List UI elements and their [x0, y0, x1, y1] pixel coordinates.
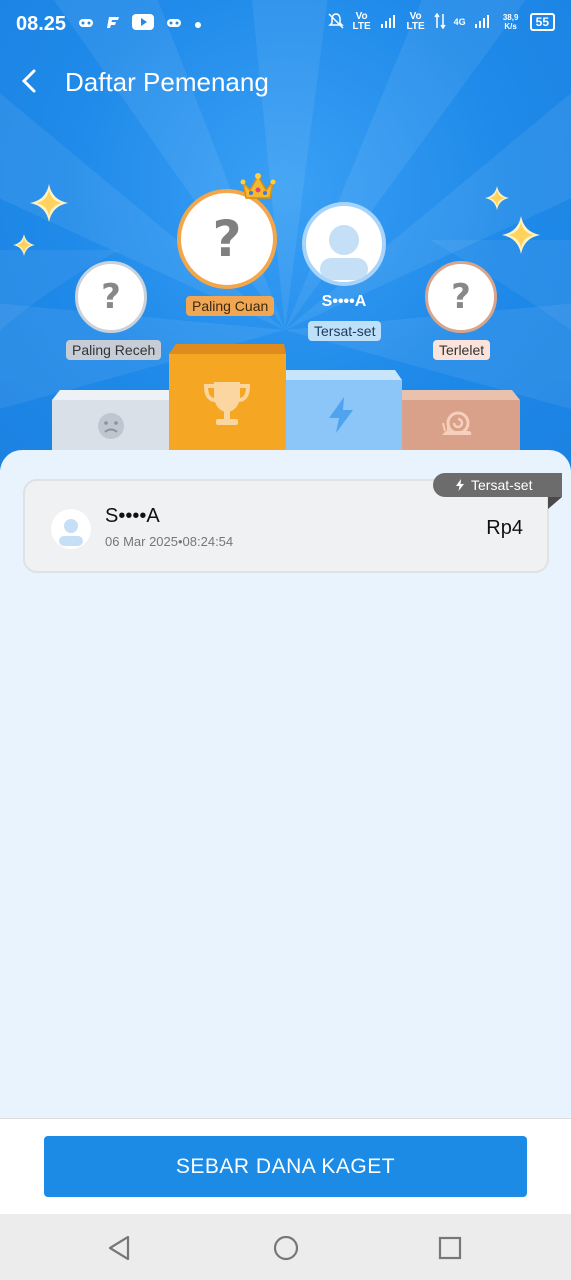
user-silhouette-icon: [320, 225, 368, 280]
sparkle-icon: [485, 186, 509, 210]
network-type-label: 4G: [453, 17, 466, 27]
dot-icon: [194, 16, 202, 34]
back-button[interactable]: [16, 67, 44, 95]
winner-avatar-fourth: ?: [425, 261, 497, 333]
winner-avatar-first: ?: [177, 189, 277, 289]
sparkle-icon: [502, 216, 540, 254]
bell-off-icon: [327, 12, 344, 32]
winner-avatar-third: [302, 202, 386, 286]
youtube-icon: [132, 14, 154, 35]
nav-back-button[interactable]: [106, 1234, 134, 1262]
question-mark: ?: [101, 277, 121, 317]
lightning-icon: [329, 397, 353, 433]
winner-name-third: S••••A: [321, 293, 367, 310]
question-mark: ?: [451, 277, 471, 317]
avatar: [51, 509, 91, 549]
winner-timestamp: 06 Mar 2025•08:24:54: [105, 534, 234, 549]
status-bar: 08.25 Vo LTE Vo LTE 4G 38,9 K/s 55: [0, 0, 571, 50]
sad-face-icon: [98, 413, 124, 439]
game-controller-icon: [78, 16, 94, 34]
sparkle-icon: [13, 234, 35, 256]
sparkle-icon: [30, 184, 68, 222]
bottom-action-bar: SEBAR DANA KAGET: [0, 1118, 571, 1214]
page-title: Daftar Pemenang: [65, 67, 269, 97]
chevron-left-icon: [21, 69, 36, 93]
network-speed: 38,9 K/s: [502, 13, 519, 31]
badge-label: Tersat-set: [471, 477, 533, 493]
label-tersat-set: Tersat-set: [308, 321, 382, 341]
crown-icon: [240, 173, 276, 199]
question-mark: ?: [212, 210, 242, 268]
volte-label-1: Vo LTE: [352, 11, 371, 32]
status-time: 08.25: [16, 13, 67, 35]
nav-recents-button[interactable]: [436, 1234, 464, 1262]
volte-label-2: Vo LTE: [406, 11, 425, 32]
system-icons: Vo LTE Vo LTE 4G 38,9 K/s 55: [327, 11, 555, 32]
nav-home-button[interactable]: [272, 1234, 300, 1262]
circle-home-icon: [273, 1235, 299, 1261]
signal-icon: [380, 14, 398, 31]
signal-icon: [474, 14, 492, 31]
winner-avatar-second: ?: [75, 261, 147, 333]
notification-icons: [78, 14, 202, 35]
label-paling-cuan: Paling Cuan: [186, 296, 275, 316]
app-bar: Daftar Pemenang: [0, 55, 571, 109]
status-badge: Tersat-set: [433, 473, 562, 497]
trophy-icon: [203, 382, 251, 425]
game-controller-icon: [166, 16, 182, 34]
square-recents-icon: [438, 1236, 462, 1260]
triangle-back-icon: [108, 1235, 130, 1261]
app-f-icon: [106, 15, 120, 34]
badge-fold: [548, 497, 562, 509]
sebar-dana-kaget-button[interactable]: SEBAR DANA KAGET: [44, 1136, 527, 1197]
winner-amount: Rp4: [486, 517, 523, 539]
user-silhouette-icon: [59, 519, 83, 546]
lightning-icon: [456, 479, 464, 491]
data-arrows-icon: [434, 12, 446, 32]
winner-name: S••••A: [105, 505, 160, 527]
system-navigation-bar: [0, 1214, 571, 1280]
battery-icon: 55: [529, 13, 555, 31]
snail-icon: [442, 411, 472, 435]
